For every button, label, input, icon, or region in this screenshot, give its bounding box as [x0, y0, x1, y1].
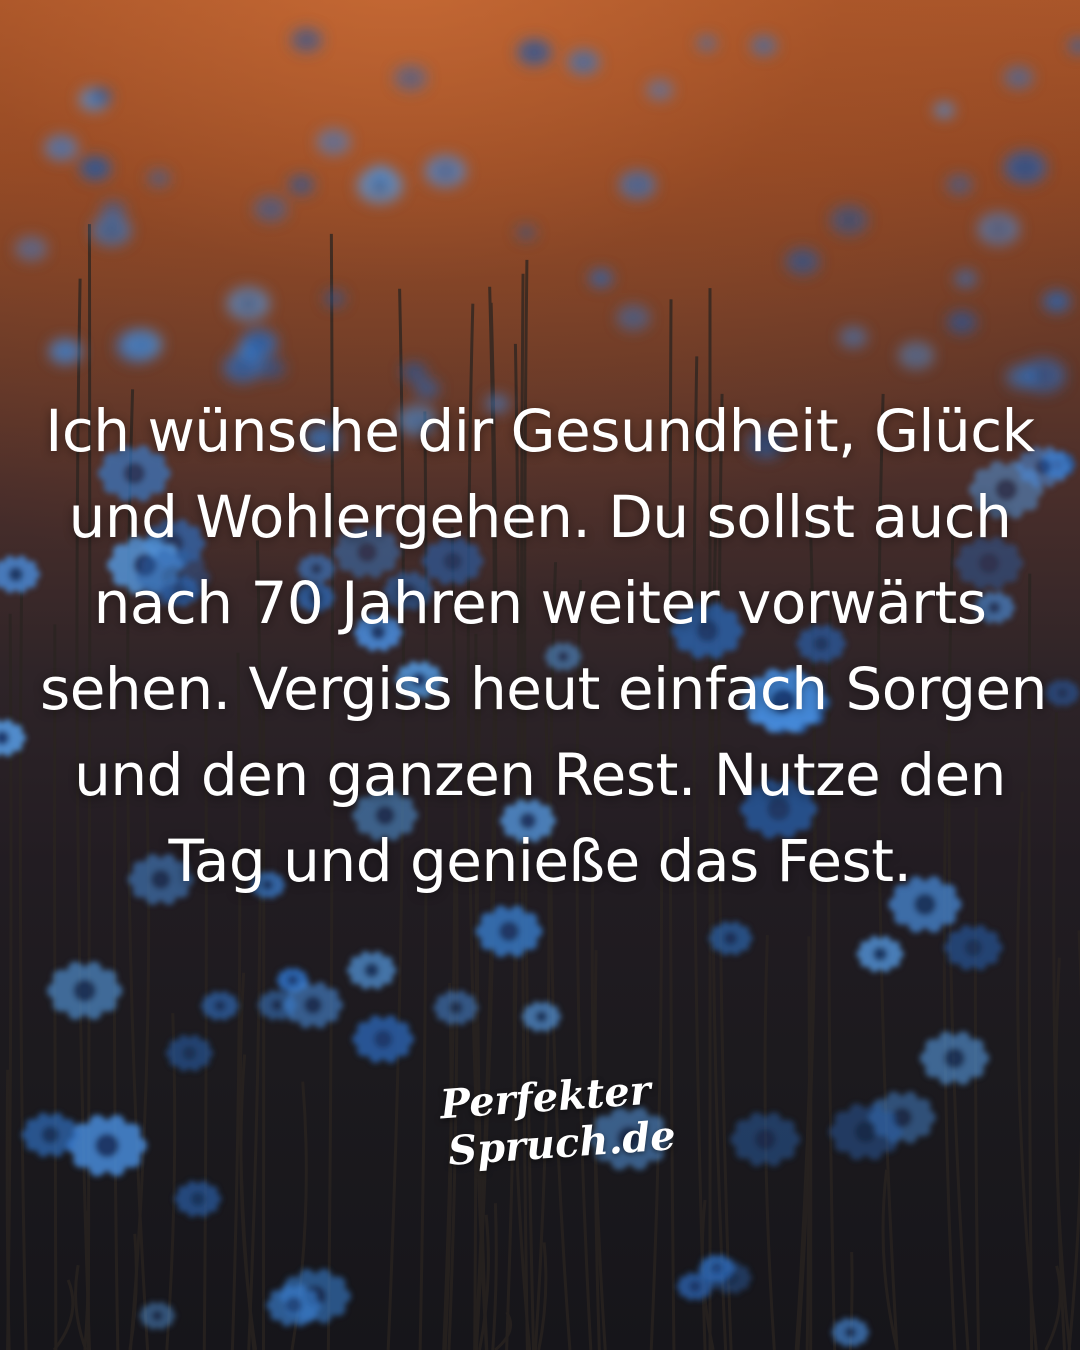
quote-line: sehen. Vergiss heut einfach Sorgen	[40, 655, 1047, 723]
perfekter-spruch-logo: Perfekter Spruch.de	[430, 1067, 678, 1190]
quote-line: und den ganzen Rest. Nutze den	[74, 741, 1006, 809]
quote-line: nach 70 Jahren weiter vorwärts	[93, 569, 987, 637]
quote-line: und Wohlergehen. Du sollst auch	[68, 483, 1012, 551]
background-photo: Ich wünsche dir Gesundheit, Glück und Wo…	[0, 0, 1080, 1350]
quote-line: Ich wünsche dir Gesundheit, Glück	[45, 397, 1035, 465]
quote-text: Ich wünsche dir Gesundheit, Glück und Wo…	[40, 388, 1047, 904]
quote-line: Tag und genieße das Fest.	[168, 827, 912, 895]
